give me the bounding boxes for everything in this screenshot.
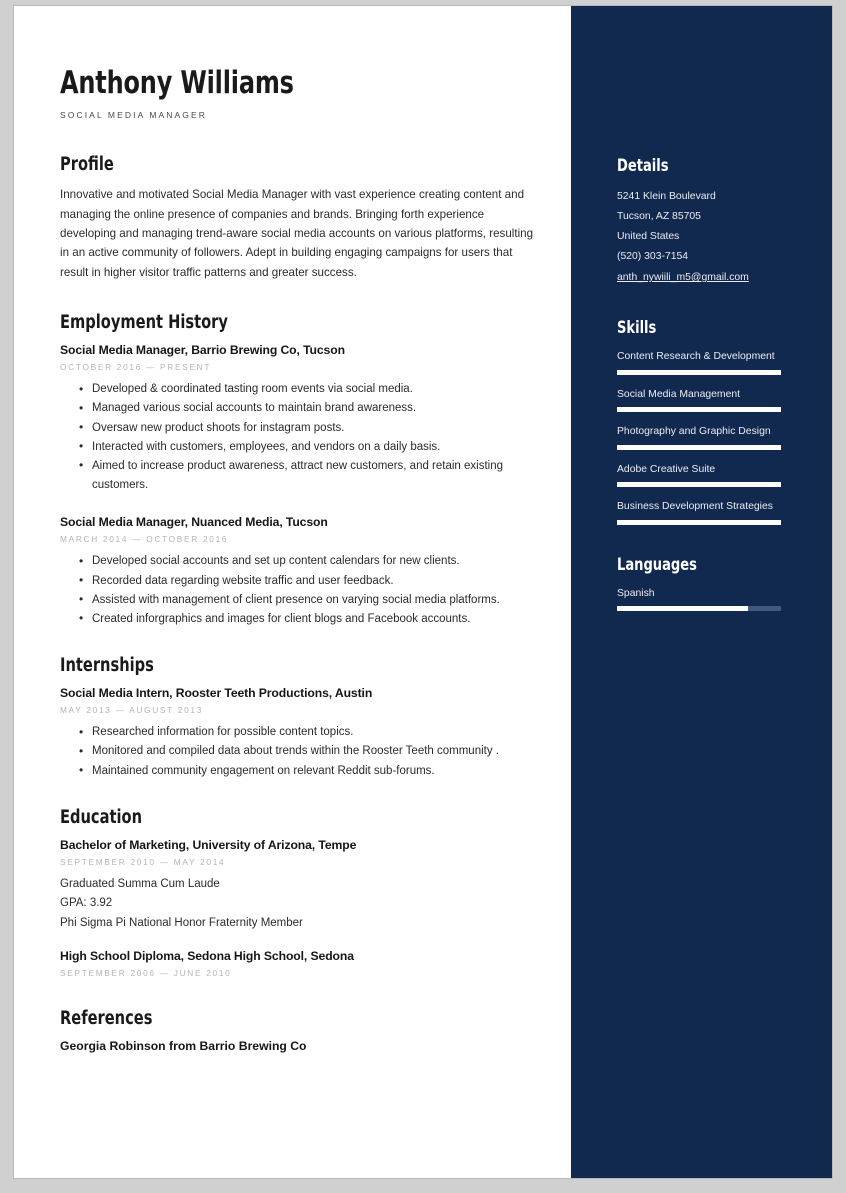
skill-level-fill — [617, 482, 781, 487]
skill-level-fill — [617, 519, 781, 525]
skills-list: Content Research & Development Social Med… — [617, 349, 784, 525]
section-title-education: Education — [60, 806, 143, 828]
skill-level-fill — [617, 606, 749, 611]
entry-dates: SEPTEMBER 2006 — JUNE 2010 — [60, 967, 232, 978]
entry-detail-lines: Graduated Summa Cum Laude GPA: 3.92 Phi Si… — [60, 875, 541, 933]
section-title-languages: Languages — [617, 554, 697, 574]
section-title-references: References — [60, 1007, 153, 1029]
list-item: Researched information for possible cont… — [79, 723, 541, 742]
reference-name: Georgia Robinson from Barrio Brewing Co — [60, 1038, 307, 1053]
list-item: Developed social accounts and set up con… — [79, 552, 541, 571]
skill-item: Content Research & Development — [617, 349, 784, 375]
profile-text: Innovative and motivated Social Media Ma… — [60, 188, 534, 279]
list-item: Assisted with management of client prese… — [79, 590, 541, 610]
skill-item: Social Media Management — [617, 387, 784, 412]
section-title-internships: Internships — [60, 655, 154, 677]
main-column: Anthony Williams SOCIAL MEDIA MANAGER Pr… — [14, 6, 571, 1178]
entry-dates: MAY 2013 — AUGUST 2013 — [60, 705, 204, 716]
list-item: Phi Sigma Pi National Honor Fraternity M… — [60, 916, 303, 929]
resume-page: Anthony Williams SOCIAL MEDIA MANAGER Pr… — [14, 6, 832, 1178]
list-item: Created inforgraphics and images for cli… — [79, 609, 541, 629]
skill-level-bar — [617, 407, 781, 412]
entry-bullet-list: Developed & coordinated tasting room eve… — [60, 380, 541, 495]
skill-level-bar — [617, 519, 781, 525]
list-item: Maintained community engagement on relev… — [79, 761, 541, 781]
sidebar: Details 5241 Klein Boulevard Tucson, AZ … — [571, 6, 832, 1178]
skill-label: Content Research & Development — [617, 351, 775, 362]
address-line-1: 5241 Klein Boulevard — [617, 191, 716, 202]
skill-level-fill — [617, 369, 781, 375]
entry-bullet-list: Developed social accounts and set up con… — [60, 552, 541, 629]
skill-label: Photography and Graphic Design — [617, 426, 771, 437]
list-item: Aimed to increase product awareness, att… — [79, 456, 541, 495]
list-item: Managed various social accounts to maint… — [79, 399, 541, 418]
languages-block: Languages Spanish — [617, 554, 784, 611]
entry-title: Social Media Manager, Nuanced Media, Tuc… — [60, 515, 328, 530]
address-line-2: Tucson, AZ 85705 — [617, 211, 701, 222]
email-link[interactable]: anth_nywiili_m5@gmail.com — [617, 268, 749, 288]
list-item: Recorded data regarding website traffic … — [79, 571, 541, 591]
skill-level-bar — [617, 606, 781, 611]
entry-title: Bachelor of Marketing, University of Ari… — [60, 837, 357, 852]
section-title-skills: Skills — [617, 318, 657, 337]
entry-title: High School Diploma, Sedona High School,… — [60, 948, 354, 963]
languages-list: Spanish — [617, 586, 784, 611]
employment-entries: Social Media Manager, Barrio Brewing Co,… — [60, 343, 541, 629]
entry-bullet-list: Researched information for possible cont… — [60, 723, 541, 781]
entry-dates: MARCH 2014 — OCTOBER 2016 — [60, 534, 229, 545]
skill-level-bar — [617, 369, 781, 375]
list-item: Interacted with customers, employees, an… — [79, 437, 541, 457]
internship-entries: Social Media Intern, Rooster Teeth Produ… — [60, 686, 541, 781]
list-item: Oversaw new product shoots for instagram… — [79, 418, 541, 438]
list-item: Developed & coordinated tasting room eve… — [79, 380, 541, 399]
skill-level-bar — [617, 482, 781, 487]
skill-label: Spanish — [617, 587, 655, 599]
entry-title: Social Media Manager, Barrio Brewing Co,… — [60, 343, 345, 358]
skill-label: Business Development Strategies — [617, 501, 773, 512]
skill-item: Business Development Strategies — [617, 499, 784, 525]
section-title-details: Details — [617, 156, 669, 175]
skill-item: Adobe Creative Suite — [617, 462, 784, 487]
skills-block: Skills Content Research & Development Soc… — [617, 318, 784, 525]
list-item: Graduated Summa Cum Laude — [60, 877, 220, 890]
reference-entries: Georgia Robinson from Barrio Brewing Co — [60, 1039, 541, 1053]
skill-item: Spanish — [617, 586, 784, 611]
skill-level-fill — [617, 407, 781, 412]
section-title-employment: Employment History — [60, 312, 228, 334]
experience-entry: Social Media Manager, Nuanced Media, Tuc… — [60, 515, 541, 629]
list-item: Monitored and compiled data about trends… — [79, 742, 541, 761]
job-subtitle: SOCIAL MEDIA MANAGER — [60, 110, 208, 121]
skill-label: Social Media Management — [617, 388, 741, 400]
entry-dates: SEPTEMBER 2010 — MAY 2014 — [60, 856, 226, 867]
skill-item: Photography and Graphic Design — [617, 424, 784, 450]
experience-entry: High School Diploma, Sedona High School,… — [60, 949, 541, 978]
section-title-profile: Profile — [60, 154, 114, 176]
details-block: 5241 Klein Boulevard Tucson, AZ 85705 Un… — [617, 187, 784, 288]
experience-entry: Social Media Intern, Rooster Teeth Produ… — [60, 686, 541, 781]
experience-entry: Social Media Manager, Barrio Brewing Co,… — [60, 343, 541, 495]
entry-dates: OCTOBER 2016 — PRESENT — [60, 362, 212, 373]
phone-number: (520) 303-7154 — [617, 251, 689, 262]
skill-label: Adobe Creative Suite — [617, 463, 716, 475]
experience-entry: Bachelor of Marketing, University of Ari… — [60, 838, 541, 933]
education-entries: Bachelor of Marketing, University of Ari… — [60, 838, 541, 978]
skill-level-fill — [617, 444, 781, 450]
country: United States — [617, 231, 680, 242]
skill-level-bar — [617, 444, 781, 450]
list-item: GPA: 3.92 — [60, 897, 113, 910]
entry-title: Social Media Intern, Rooster Teeth Produ… — [60, 686, 373, 701]
page-title: Anthony Williams — [60, 65, 294, 101]
